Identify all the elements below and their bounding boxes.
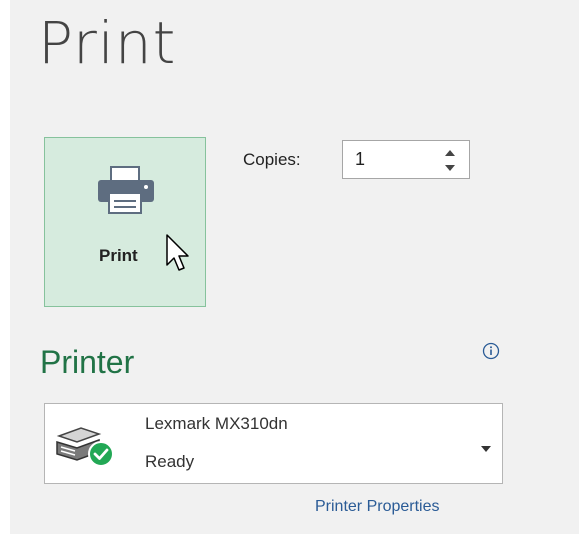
copies-input[interactable]: 1 <box>355 149 365 170</box>
info-icon[interactable] <box>482 342 500 365</box>
printer-dropdown[interactable]: Lexmark MX310dn Ready <box>44 403 503 484</box>
print-button[interactable]: Print <box>44 137 206 307</box>
printer-icon <box>96 165 156 220</box>
chevron-down-icon[interactable] <box>480 440 492 458</box>
printer-ready-icon <box>53 420 119 475</box>
mouse-cursor-icon <box>165 233 191 278</box>
print-button-label: Print <box>99 246 138 265</box>
copies-label: Copies: <box>243 150 301 169</box>
increment-arrow-icon[interactable] <box>442 146 458 160</box>
page-title: Print <box>38 9 177 77</box>
printer-section-title: Printer <box>40 344 135 380</box>
printer-name: Lexmark MX310dn <box>145 414 288 433</box>
copies-stepper[interactable]: 1 <box>342 140 470 179</box>
printer-properties-link[interactable]: Printer Properties <box>315 498 440 516</box>
decrement-arrow-icon[interactable] <box>442 161 458 175</box>
printer-status: Ready <box>145 452 195 471</box>
